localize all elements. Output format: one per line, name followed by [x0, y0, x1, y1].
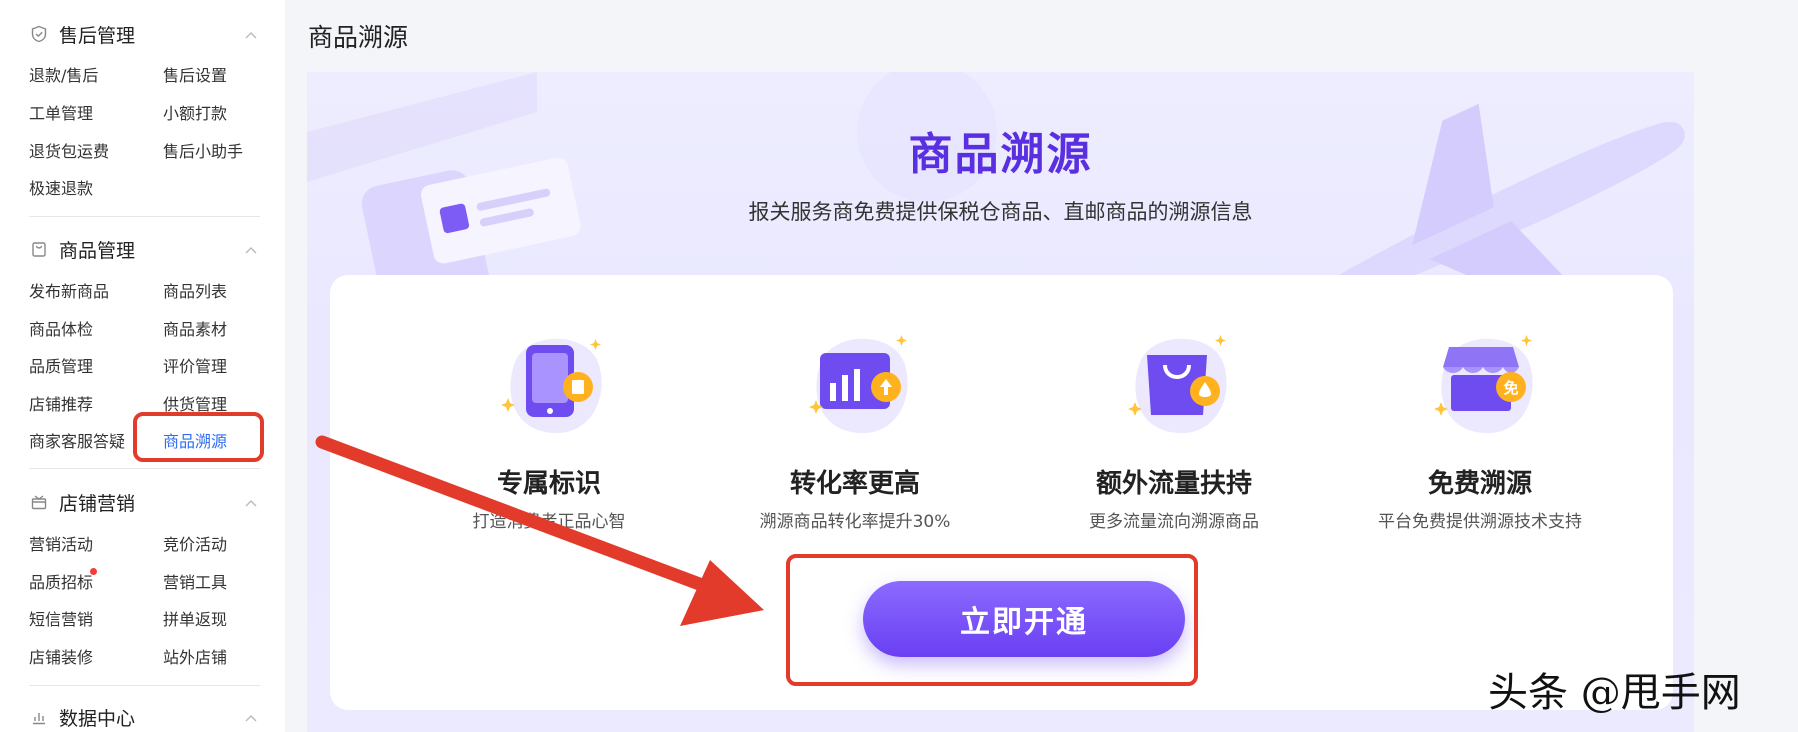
- sidebar-item-product-checkup[interactable]: 商品体检: [29, 316, 93, 340]
- feature-free-traceability: 免 免费溯源 平台免费提供溯源技术支持: [1320, 275, 1640, 535]
- section-header-marketing[interactable]: 店铺营销: [29, 487, 135, 517]
- divider: [29, 216, 260, 217]
- sidebar-item-review-management[interactable]: 评价管理: [163, 353, 227, 377]
- svg-text:免: 免: [1503, 379, 1518, 397]
- banner-subtitle: 报关服务商免费提供保税仓商品、直邮商品的溯源信息: [748, 200, 1253, 224]
- chevron-up-icon[interactable]: [243, 495, 259, 511]
- sidebar-item-product-materials[interactable]: 商品素材: [163, 316, 227, 340]
- feature-name: 额外流量扶持: [1095, 469, 1252, 499]
- sidebar-item-external-store[interactable]: 站外店铺: [163, 644, 227, 668]
- store-free-icon: 免: [1434, 335, 1533, 434]
- sidebar-item-quality-management[interactable]: 品质管理: [29, 353, 93, 377]
- sidebar-item-quality-tender[interactable]: 品质招标: [29, 569, 93, 593]
- chevron-up-icon[interactable]: [243, 242, 259, 258]
- banner-title: 商品溯源: [908, 129, 1093, 180]
- sidebar-item-marketing-activities[interactable]: 营销活动: [29, 531, 93, 555]
- bar-chart-icon: [29, 707, 49, 727]
- gift-icon: [29, 492, 49, 512]
- section-title: 售后管理: [59, 24, 136, 47]
- section-header-after-sales[interactable]: 售后管理: [29, 19, 135, 49]
- section-header-data-center[interactable]: 数据中心: [29, 702, 135, 732]
- divider: [29, 468, 260, 469]
- chart-up-icon: [809, 335, 908, 434]
- sidebar-item-bidding-activities[interactable]: 竞价活动: [163, 531, 227, 555]
- shopping-bag-drop-icon: [1128, 335, 1227, 434]
- feature-name: 免费溯源: [1427, 469, 1532, 499]
- sidebar-item-after-sales-assistant[interactable]: 售后小助手: [163, 138, 243, 162]
- watermark: 头条 @甩手网: [1488, 670, 1741, 716]
- sidebar-item-small-payment[interactable]: 小额打款: [163, 100, 227, 124]
- chevron-up-icon[interactable]: [243, 27, 259, 43]
- page-title: 商品溯源: [308, 23, 409, 52]
- annotation-cta-box: [786, 554, 1198, 686]
- banner-illustration: [307, 72, 1685, 292]
- sidebar-item-sms-marketing[interactable]: 短信营销: [29, 606, 93, 630]
- feature-extra-traffic: 额外流量扶持 更多流量流向溯源商品: [1014, 275, 1334, 535]
- sidebar-item-store-decoration[interactable]: 店铺装修: [29, 644, 93, 668]
- annotation-arrow-icon: [315, 435, 764, 626]
- sidebar-item-after-sales-settings[interactable]: 售后设置: [163, 62, 227, 86]
- divider: [29, 685, 260, 686]
- sidebar-item-group-cashback[interactable]: 拼单返现: [163, 606, 227, 630]
- chevron-up-icon[interactable]: [243, 710, 259, 726]
- tablet-badge-icon: [501, 338, 602, 434]
- sidebar-item-return-shipping[interactable]: 退货包运费: [29, 138, 109, 162]
- sidebar-item-fast-refund[interactable]: 极速退款: [29, 175, 93, 199]
- shield-check-icon: [29, 24, 49, 44]
- sidebar-item-refund[interactable]: 退款/售后: [29, 62, 98, 86]
- annotation-highlight-box: [133, 412, 264, 462]
- sidebar: 售后管理 退款/售后 售后设置 工单管理 小额打款 退货包运费 售后小助手 极速…: [0, 0, 285, 732]
- sidebar-item-work-orders[interactable]: 工单管理: [29, 100, 93, 124]
- sidebar-item-marketing-tools[interactable]: 营销工具: [163, 569, 227, 593]
- section-title: 商品管理: [59, 239, 136, 262]
- sidebar-item-publish-product[interactable]: 发布新商品: [29, 278, 109, 302]
- sidebar-item-customer-qa[interactable]: 商家客服答疑: [29, 428, 125, 452]
- bag-icon: [29, 239, 49, 259]
- feature-description: 平台免费提供溯源技术支持: [1378, 512, 1582, 532]
- feature-description: 更多流量流向溯源商品: [1089, 512, 1259, 532]
- sidebar-item-product-list[interactable]: 商品列表: [163, 278, 227, 302]
- notification-dot: [90, 568, 97, 575]
- section-header-products[interactable]: 商品管理: [29, 234, 135, 264]
- section-title: 店铺营销: [59, 492, 136, 515]
- sidebar-item-store-recommend[interactable]: 店铺推荐: [29, 391, 93, 415]
- section-title: 数据中心: [59, 707, 136, 730]
